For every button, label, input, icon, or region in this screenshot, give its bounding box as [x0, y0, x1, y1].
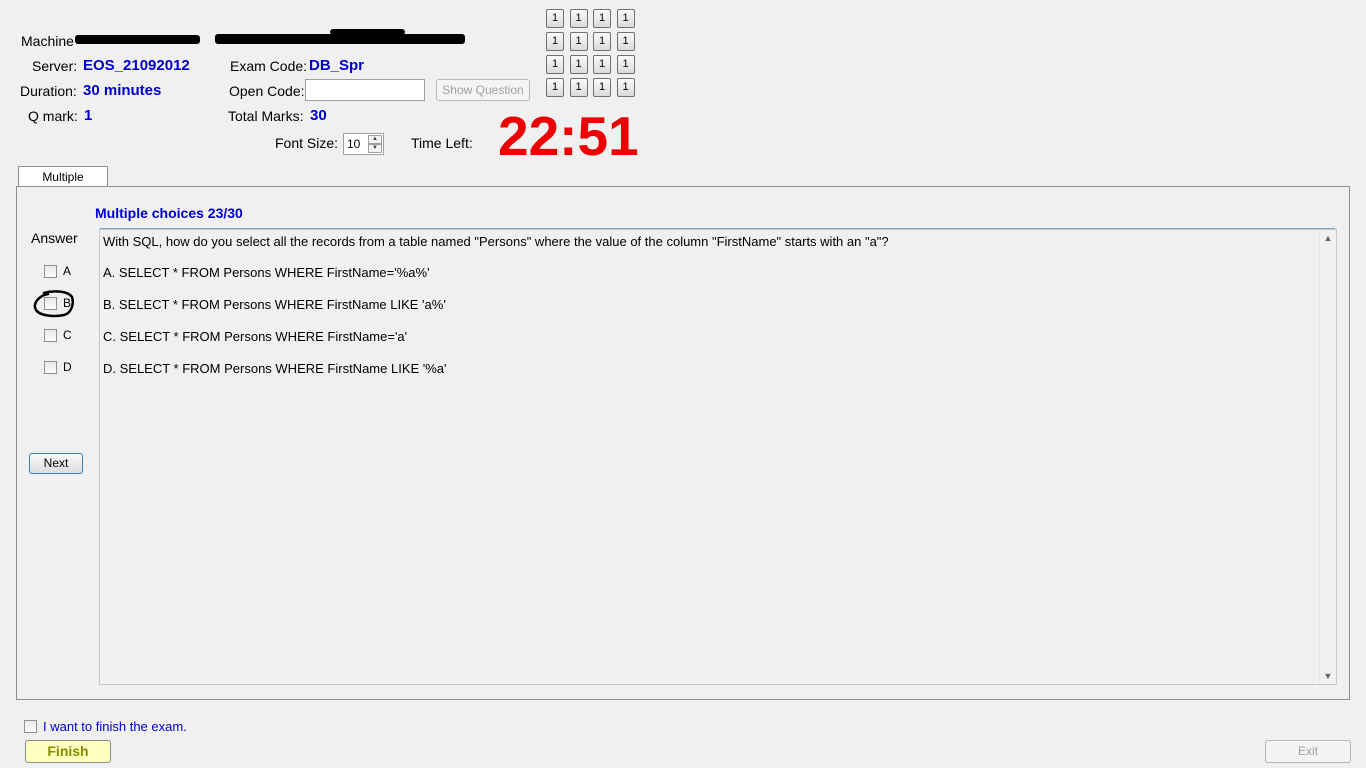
question-nav-button[interactable]: 1	[616, 9, 635, 28]
question-nav-button[interactable]: 1	[546, 78, 564, 97]
question-nav-button[interactable]: 1	[569, 78, 588, 97]
finish-exam-checkbox[interactable]	[24, 720, 37, 733]
chevron-up-icon[interactable]: ▲	[368, 135, 382, 144]
answer-label: Answer	[31, 230, 78, 246]
qmark-value: 1	[84, 107, 93, 124]
font-size-label: Font Size:	[275, 135, 339, 151]
answer-checkbox-d[interactable]	[44, 361, 57, 374]
question-nav-button[interactable]: 1	[569, 9, 588, 28]
answer-checkbox-c[interactable]	[44, 329, 57, 342]
answer-label-a: A	[63, 264, 72, 278]
vertical-scrollbar[interactable]: ▲ ▼	[1319, 230, 1336, 684]
total-marks-label: Total Marks:	[228, 108, 304, 124]
option-text-d: D. SELECT * FROM Persons WHERE FirstName…	[103, 361, 447, 376]
question-text: With SQL, how do you select all the reco…	[103, 234, 889, 249]
question-nav-button[interactable]: 1	[616, 32, 635, 51]
open-code-label: Open Code:	[229, 83, 305, 99]
machine-label: Machine	[21, 33, 74, 49]
question-nav-button[interactable]: 1	[593, 32, 611, 51]
question-nav-button[interactable]: 1	[546, 9, 564, 28]
total-marks-value: 30	[310, 107, 327, 124]
exam-code-value: DB_Spr	[309, 57, 365, 74]
answer-checkbox-a[interactable]	[44, 265, 57, 278]
question-title: Multiple choices 23/30	[95, 205, 243, 221]
qmark-label: Q mark:	[28, 108, 78, 124]
question-nav-button[interactable]: 1	[569, 32, 588, 51]
scroll-up-icon[interactable]: ▲	[1320, 233, 1336, 243]
font-size-stepper[interactable]: 10 ▲ ▼	[343, 133, 384, 155]
show-question-button[interactable]: Show Question	[436, 79, 530, 101]
question-textbox[interactable]: With SQL, how do you select all the reco…	[99, 229, 1337, 685]
answer-label-c: C	[63, 328, 72, 342]
question-nav-button[interactable]: 1	[546, 32, 564, 51]
server-label: Server:	[32, 58, 78, 74]
question-nav-button[interactable]: 1	[616, 78, 635, 97]
question-nav-button[interactable]: 1	[616, 55, 635, 74]
time-left-value: 22:51	[498, 105, 639, 167]
question-nav-button[interactable]: 1	[546, 55, 564, 74]
next-button[interactable]: Next	[29, 453, 83, 474]
tab-multiple-choices[interactable]: Multiple Choices	[18, 166, 108, 204]
finish-exam-label: I want to finish the exam.	[43, 719, 187, 734]
exam-code-label: Exam Code:	[230, 58, 308, 74]
exit-button[interactable]: Exit	[1265, 740, 1351, 763]
question-nav-button[interactable]: 1	[593, 55, 611, 74]
question-nav-button[interactable]: 1	[593, 78, 611, 97]
answer-label-d: D	[63, 360, 72, 374]
option-text-c: C. SELECT * FROM Persons WHERE FirstName…	[103, 329, 408, 344]
question-nav-button[interactable]: 1	[593, 9, 611, 28]
scroll-down-icon[interactable]: ▼	[1320, 671, 1336, 681]
hand-drawn-circle-annotation	[33, 290, 74, 318]
duration-value: 30 minutes	[83, 82, 162, 99]
duration-label: Duration:	[20, 83, 77, 99]
option-text-a: A. SELECT * FROM Persons WHERE FirstName…	[103, 265, 430, 280]
option-text-b: B. SELECT * FROM Persons WHERE FirstName…	[103, 297, 446, 312]
time-left-label: Time Left:	[411, 135, 473, 151]
finish-button[interactable]: Finish	[25, 740, 111, 763]
chevron-down-icon[interactable]: ▼	[368, 144, 382, 153]
question-nav-button[interactable]: 1	[569, 55, 588, 74]
open-code-input[interactable]	[305, 79, 425, 101]
font-size-value: 10	[347, 137, 361, 151]
server-value: EOS_21092012	[83, 57, 190, 74]
